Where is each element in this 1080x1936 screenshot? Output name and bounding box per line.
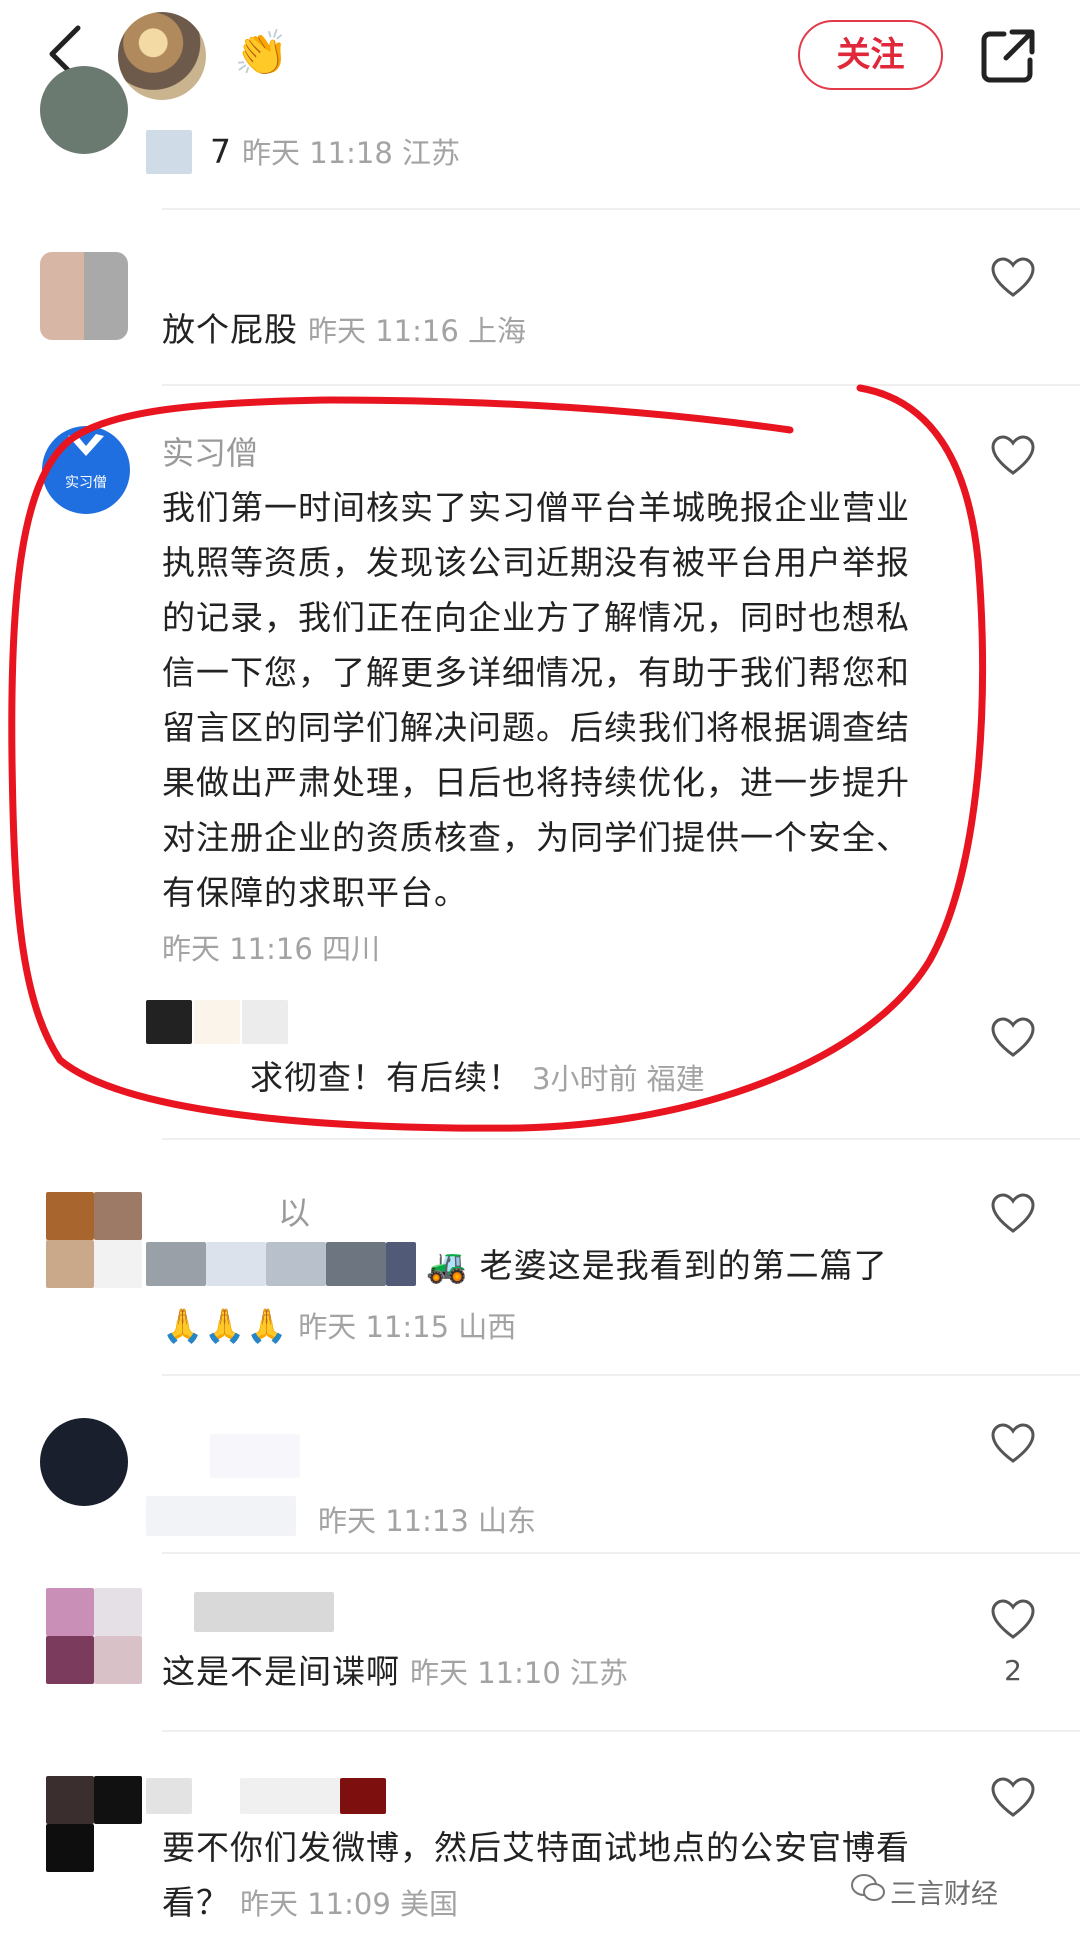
comment-item: 实习僧 实习僧 我们第一时间核实了实习僧平台羊城晚报企业营业执照等资质，发现该公… [0, 388, 1080, 978]
divider [162, 1138, 1080, 1140]
comment-item: 以 🚜 老婆这是我看到的第二篇了 🙏🙏🙏 昨天 11:15 山西 [0, 1150, 1080, 1376]
comment-text: 我们第一时间核实了实习僧平台羊城晚报企业营业执照等资质，发现该公司近期没有被平台… [162, 488, 910, 912]
blurred-text [146, 1242, 206, 1286]
comment-meta: 昨天 11:16 四川 [162, 932, 381, 966]
avatar[interactable] [40, 1418, 128, 1506]
avatar[interactable]: 实习僧 [42, 426, 130, 514]
avatar-part [94, 1776, 142, 1824]
avatar-part [94, 1636, 142, 1684]
comment-username[interactable]: 以 [278, 1188, 310, 1234]
comment-text: 求彻查！有后续！ 3小时前 福建 [250, 1058, 705, 1097]
blurred-username [194, 1000, 240, 1044]
avatar-part [94, 1240, 142, 1288]
like-icon[interactable] [990, 1598, 1036, 1640]
top-bar: 👏 关注 [0, 0, 1080, 110]
comment-username[interactable]: 实习僧 [162, 428, 258, 474]
avatar[interactable] [46, 1588, 94, 1636]
comment-text: 这是不是间谍啊 昨天 11:10 江苏 [162, 1652, 629, 1691]
like-icon[interactable] [990, 1422, 1036, 1464]
avatar-part [94, 1192, 142, 1240]
author-avatar[interactable] [118, 12, 206, 100]
comment-text: 放个屁股 昨天 11:16 上海 [162, 310, 527, 349]
comment-text: 🚜 老婆这是我看到的第二篇了 [426, 1246, 888, 1285]
avatar-part [46, 1824, 94, 1872]
like-icon[interactable] [990, 256, 1036, 298]
avatar-part [46, 1240, 94, 1288]
divider [162, 1374, 1080, 1376]
divider [162, 208, 1080, 210]
blurred-username [194, 1592, 334, 1632]
comment-text: 7 昨天 11:18 江苏 [210, 132, 461, 171]
brand-logo-icon [68, 434, 104, 456]
reply-item: 求彻查！有后续！ 3小时前 福建 [0, 990, 1080, 1140]
like-icon[interactable] [990, 1192, 1036, 1234]
watermark: 三言财经 [890, 1879, 998, 1910]
avatar[interactable] [40, 66, 128, 154]
divider [162, 384, 1080, 386]
comment-item: 放个屁股 昨天 11:16 上海 [0, 212, 1080, 386]
blurred-text [146, 1496, 296, 1536]
comment-item: 这是不是间谍啊 昨天 11:10 江苏 2 [0, 1556, 1080, 1732]
avatar-part [94, 1588, 142, 1636]
author-name-emoji: 👏 [234, 28, 289, 79]
blurred-text [266, 1242, 326, 1286]
like-icon[interactable] [990, 1776, 1036, 1818]
blurred-username [146, 130, 192, 174]
comment-item: 昨天 11:13 山东 [0, 1378, 1080, 1554]
share-icon[interactable] [978, 26, 1038, 86]
blurred-text [326, 1242, 386, 1286]
like-icon[interactable] [990, 434, 1036, 476]
blurred-username [340, 1778, 386, 1814]
blurred-username [240, 1778, 340, 1814]
avatar-part [46, 1636, 94, 1684]
blurred-text [210, 1434, 300, 1478]
blurred-text [386, 1242, 416, 1286]
avatar[interactable] [40, 252, 128, 340]
comment-item: 7 昨天 11:18 江苏 [0, 66, 1080, 210]
divider [162, 1730, 1080, 1732]
comment-meta: 昨天 11:13 山东 [318, 1504, 537, 1538]
avatar[interactable] [146, 1000, 192, 1044]
avatar[interactable] [46, 1192, 94, 1240]
divider [162, 1552, 1080, 1554]
avatar[interactable] [46, 1776, 94, 1824]
comment-emojis: 🙏🙏🙏 昨天 11:15 山西 [162, 1306, 517, 1345]
like-count: 2 [1004, 1654, 1022, 1687]
blurred-username [146, 1778, 192, 1814]
blurred-text [206, 1242, 266, 1286]
comment-text: 要不你们发微博，然后艾特面试地点的公安官博看看？ 昨天 11:09 美国 [162, 1828, 910, 1922]
like-icon[interactable] [990, 1016, 1036, 1058]
follow-button[interactable]: 关注 [798, 20, 943, 90]
wechat-icon [851, 1874, 885, 1901]
blurred-username [242, 1000, 288, 1044]
